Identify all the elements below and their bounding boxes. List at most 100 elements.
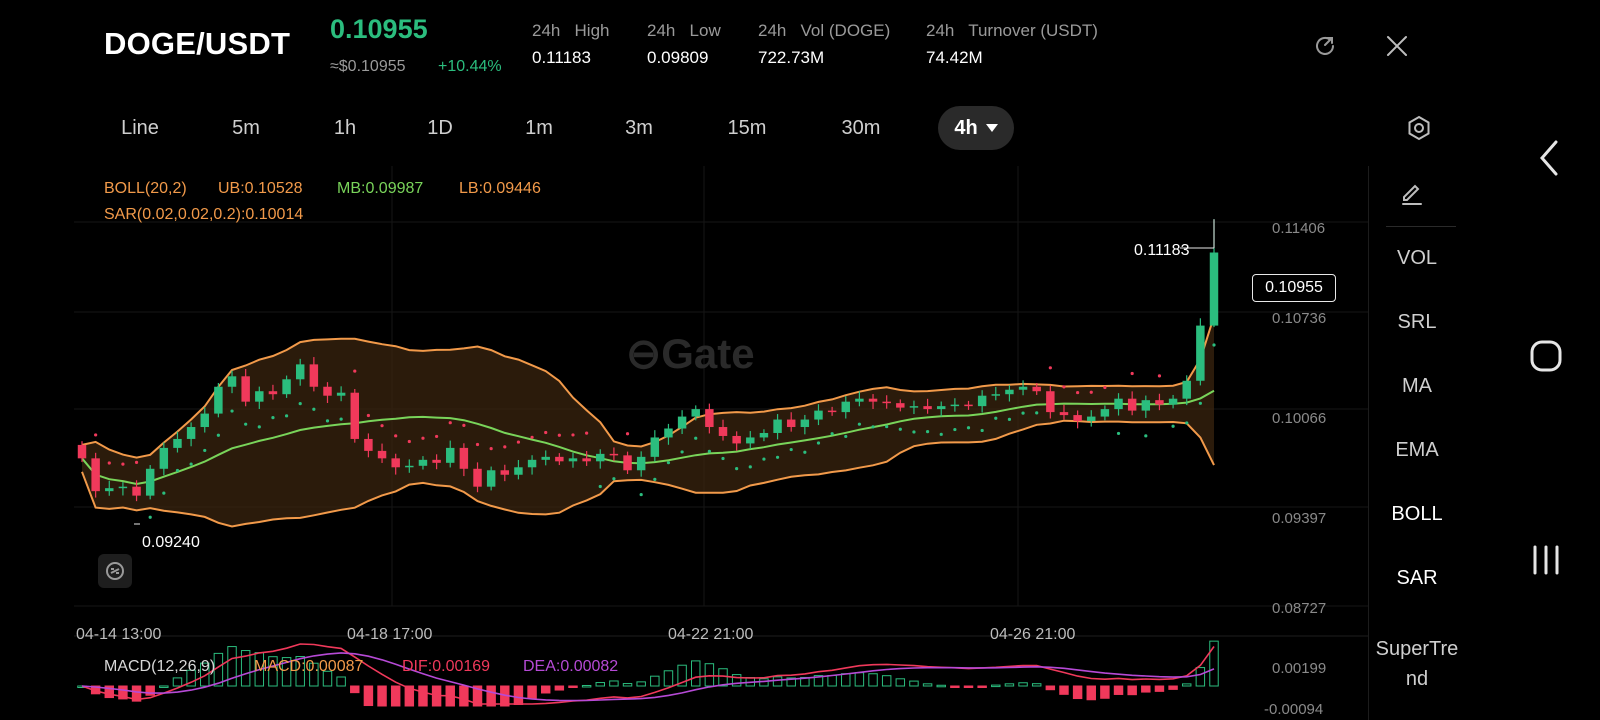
candle-body [1018,386,1028,390]
indicator-boll[interactable]: BOLL [1368,503,1466,526]
sar-dot [830,432,834,436]
macd-histogram-bar [1113,685,1124,695]
candle-body [746,437,755,444]
tab-1d[interactable]: 1D [400,106,480,150]
macd-histogram-bar [950,685,960,688]
candle-body [568,458,578,462]
sar-dot [680,450,684,454]
sar-dot [557,433,561,437]
candle-body [473,468,482,487]
sar-dot [1130,371,1134,376]
tab-4h[interactable]: 4h [938,106,1014,150]
candle-body [336,392,346,396]
sar-dot [339,417,343,421]
macd-histogram-bar [881,675,892,687]
tab-line[interactable]: Line [100,106,180,150]
stat-value-high: 0.11183 [532,48,591,67]
sar-dot [257,425,261,429]
candle-body [609,453,619,456]
sar-dot [162,491,166,495]
candle-body [446,447,455,463]
candle-body [950,404,960,407]
low-price-marker: 0.09240 [142,534,200,551]
dea-line [81,652,1215,702]
x-tick: 04-22 21:00 [668,626,754,643]
candle-body [1141,400,1151,411]
tab-5m[interactable]: 5m [206,106,286,150]
candle-body [350,392,359,439]
macd-histogram-bar [1004,683,1015,687]
candle-body [323,386,332,396]
recent-apps-icon[interactable] [1530,544,1562,581]
macd-histogram-bar [336,676,346,687]
tab-30m[interactable]: 30m [821,106,901,150]
candle-body [677,416,687,429]
tab-1h[interactable]: 1h [305,106,385,150]
indicator-supertrend[interactable]: SuperTre nd [1368,634,1466,694]
candle-body [91,458,100,492]
macd-histogram-bar [527,685,537,699]
candle-body [405,465,414,468]
indicator-vol[interactable]: VOL [1368,247,1466,270]
indicator-sar[interactable]: SAR [1368,567,1466,590]
macd-histogram-bar [159,685,169,688]
candle-body [241,376,250,402]
sar-dot [994,416,998,420]
refresh-icon[interactable] [1309,30,1341,62]
sar-dot [912,430,916,434]
tab-1m[interactable]: 1m [499,106,579,150]
legend-ub: UB:0.10528 [218,180,303,197]
indicator-srl[interactable]: SRL [1368,311,1466,334]
macd-histogram-bar [609,680,619,687]
pencil-icon[interactable] [1398,180,1426,213]
macd-histogram-bar [963,685,974,688]
dif-line [81,643,1215,705]
sar-dot [271,416,275,420]
sar-dot [366,413,371,418]
sar-dot [298,402,302,406]
chart-mode-button[interactable] [98,554,132,588]
macd-histogram-bar [377,685,387,707]
macd-histogram-bar [895,678,906,687]
indicator-ma[interactable]: MA [1368,375,1466,398]
macd-histogram-bar [1059,685,1069,695]
sar-dot [1021,411,1025,415]
candle-body [132,486,141,496]
macd-histogram-bar [854,672,865,687]
macd-histogram-bar [1141,685,1151,693]
candle-body [1209,252,1219,326]
macd-histogram-bar [977,685,987,688]
candle-body [77,444,87,459]
sar-dot [885,424,889,429]
candle-body [596,453,605,462]
tab-4h-label: 4h [954,116,978,139]
candle-body [773,419,782,433]
home-icon[interactable] [1530,340,1562,377]
price-change: +10.44% [438,58,502,75]
back-icon[interactable] [1536,138,1564,183]
candle-body [145,468,155,496]
sar-dot [325,419,330,423]
candle-body [827,410,837,413]
candle-body [964,404,973,407]
candle-body [1100,409,1110,417]
stat-label-high: 24h High [532,21,610,40]
settings-icon[interactable] [1403,112,1435,144]
macd-histogram-bar [936,684,946,688]
candle-body [1114,398,1123,410]
candle-body [923,406,932,410]
tab-3m[interactable]: 3m [599,106,679,150]
sar-dot [1144,434,1148,438]
legend-dif: DIF:0.00169 [402,658,491,675]
sar-dot [735,467,739,471]
tab-15m[interactable]: 15m [707,106,787,150]
candle-body [1032,386,1041,392]
close-icon[interactable] [1381,30,1413,62]
candle-body [459,447,469,469]
fiat-price: ≈$0.10955 [330,58,406,75]
sar-dot [653,477,657,481]
sar-dot [748,465,752,469]
sar-dot [353,369,357,373]
indicator-ema[interactable]: EMA [1368,439,1466,462]
sar-dot [939,432,943,436]
